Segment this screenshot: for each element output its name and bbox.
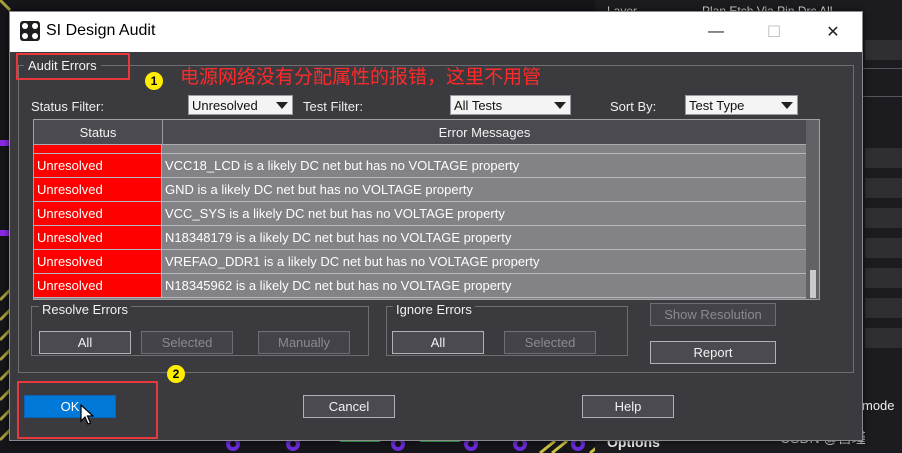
table-row[interactable]: Unresolved VREFAO_DDR1 is a likely DC ne… [34, 250, 806, 274]
status-filter-value: Unresolved [192, 98, 258, 113]
annotation-marker-1: 1 [145, 72, 163, 90]
test-filter-select[interactable]: All Tests [450, 95, 571, 115]
table-vertical-scrollbar[interactable] [806, 120, 819, 299]
report-button[interactable]: Report [650, 341, 776, 364]
sort-by-value: Test Type [689, 98, 745, 113]
panel-block [865, 148, 902, 168]
sort-by-select[interactable]: Test Type [685, 95, 798, 115]
message-cell: VCC18_LCD is a likely DC net but has no … [165, 158, 520, 173]
status-filter-select[interactable]: Unresolved [188, 95, 293, 115]
table-row[interactable]: Unresolved N18345962 is a likely DC net … [34, 274, 806, 298]
panel-block [865, 178, 902, 198]
panel-block [865, 268, 902, 288]
chevron-down-icon [554, 102, 566, 109]
test-filter-value: All Tests [454, 98, 503, 113]
column-header-status[interactable]: Status [34, 120, 163, 145]
status-cell: Unresolved [34, 250, 162, 273]
chevron-down-icon [781, 102, 793, 109]
table-row[interactable]: Unresolved GND is a likely DC net but ha… [34, 178, 806, 202]
message-cell: N18345962 is a likely DC net but has no … [165, 278, 512, 293]
message-cell: N18348179 is a likely DC net but has no … [165, 230, 512, 245]
panel-block [865, 238, 902, 258]
status-cell [34, 145, 162, 153]
message-cell: VREFAO_DDR1 is a likely DC net but has n… [165, 254, 540, 269]
annotation-marker-2: 2 [167, 365, 185, 383]
minimize-button[interactable]: — [687, 12, 745, 52]
column-header-error-messages[interactable]: Error Messages [163, 120, 806, 145]
resolve-all-button[interactable]: All [39, 331, 131, 354]
table-row[interactable]: Unresolved VCC_SYS is a likely DC net bu… [34, 202, 806, 226]
test-filter-label: Test Filter: [303, 99, 363, 114]
status-cell: Unresolved [34, 178, 162, 201]
help-button[interactable]: Help [582, 395, 674, 418]
ignore-errors-title: Ignore Errors [393, 302, 475, 317]
panel-block [865, 328, 902, 348]
panel-block [865, 298, 902, 318]
dialog-titlebar[interactable]: SI Design Audit — ☐ ✕ [10, 12, 862, 52]
status-cell: Unresolved [34, 226, 162, 249]
annotation-note: 电源网络没有分配属性的报错，这里不用管 [180, 66, 542, 88]
audit-errors-table[interactable]: Status Error Messages Unresolved VCC18_L… [33, 119, 820, 300]
panel-block [865, 40, 902, 60]
mouse-cursor-icon [80, 404, 94, 425]
resolve-errors-title: Resolve Errors [39, 302, 131, 317]
resolve-manually-button[interactable]: Manually [258, 331, 350, 354]
dialog-title: SI Design Audit [46, 22, 156, 39]
panel-divider [863, 96, 902, 97]
message-cell: VCC_SYS is a likely DC net but has no VO… [165, 206, 505, 221]
sort-by-label: Sort By: [610, 99, 657, 114]
resolve-selected-button[interactable]: Selected [141, 331, 233, 354]
si-audit-app-icon [20, 21, 40, 41]
ignore-selected-button[interactable]: Selected [504, 331, 596, 354]
status-cell: Unresolved [34, 154, 162, 177]
scrollbar-thumb[interactable] [810, 270, 816, 298]
chevron-down-icon [276, 102, 288, 109]
panel-block [865, 208, 902, 228]
close-button[interactable]: ✕ [804, 12, 862, 52]
status-filter-label: Status Filter: [31, 99, 104, 114]
table-row[interactable]: Unresolved VCC18_LCD is a likely DC net … [34, 154, 806, 178]
table-row[interactable] [34, 145, 806, 154]
table-row[interactable]: Unresolved N18348179 is a likely DC net … [34, 226, 806, 250]
panel-divider [863, 68, 902, 69]
cancel-button[interactable]: Cancel [303, 395, 395, 418]
maximize-button[interactable]: ☐ [745, 12, 803, 52]
table-header: Status Error Messages [34, 120, 806, 145]
close-icon: ✕ [826, 24, 840, 41]
ignore-all-button[interactable]: All [392, 331, 484, 354]
show-resolution-button[interactable]: Show Resolution [650, 303, 776, 326]
message-cell: GND is a likely DC net but has no VOLTAG… [165, 182, 474, 197]
annotation-box-audit-errors [16, 53, 130, 80]
panel-mode-label: mode [862, 398, 895, 413]
status-cell: Unresolved [34, 202, 162, 225]
status-cell: Unresolved [34, 274, 162, 297]
minimize-icon: — [708, 23, 724, 40]
maximize-icon: ☐ [766, 24, 782, 41]
